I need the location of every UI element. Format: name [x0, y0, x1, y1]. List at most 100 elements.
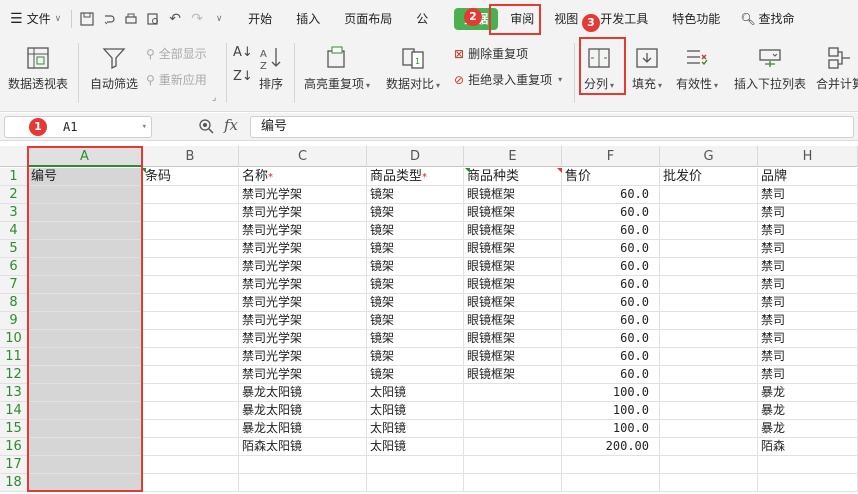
- row-header[interactable]: 7: [0, 276, 28, 294]
- table-cell-name[interactable]: 暴龙太阳镜: [239, 420, 367, 438]
- table-cell-name[interactable]: 禁司光学架: [239, 276, 367, 294]
- table-cell-id[interactable]: [28, 222, 142, 240]
- table-cell-type[interactable]: 镜架: [367, 240, 464, 258]
- table-cell-price[interactable]: 60.0: [562, 366, 660, 384]
- column-header-d[interactable]: D: [367, 146, 464, 167]
- header-cell[interactable]: 售价: [562, 168, 660, 186]
- reapply-button[interactable]: ⚲ 重新应用: [146, 71, 207, 88]
- table-cell-wholesale[interactable]: [660, 456, 758, 474]
- table-cell-kind[interactable]: [464, 420, 562, 438]
- table-cell-barcode[interactable]: [142, 258, 239, 276]
- table-cell-name[interactable]: 禁司光学架: [239, 186, 367, 204]
- table-cell-barcode[interactable]: [142, 294, 239, 312]
- table-cell-wholesale[interactable]: [660, 312, 758, 330]
- table-cell-wholesale[interactable]: [660, 420, 758, 438]
- table-cell-kind[interactable]: 眼镜框架: [464, 348, 562, 366]
- table-cell-id[interactable]: [28, 276, 142, 294]
- column-header-e[interactable]: E: [464, 146, 562, 167]
- table-cell-barcode[interactable]: [142, 330, 239, 348]
- table-cell-name[interactable]: 禁司光学架: [239, 366, 367, 384]
- table-cell-barcode[interactable]: [142, 276, 239, 294]
- table-cell-id[interactable]: [28, 294, 142, 312]
- table-cell-id[interactable]: [28, 402, 142, 420]
- table-cell-type[interactable]: 镜架: [367, 312, 464, 330]
- table-cell-kind[interactable]: [464, 456, 562, 474]
- header-cell[interactable]: 商品类型*: [367, 168, 464, 186]
- table-cell-kind[interactable]: [464, 402, 562, 420]
- table-cell-type[interactable]: 镜架: [367, 186, 464, 204]
- table-cell-brand[interactable]: 禁司: [758, 294, 858, 312]
- table-cell-wholesale[interactable]: [660, 294, 758, 312]
- table-cell-type[interactable]: 镜架: [367, 222, 464, 240]
- table-cell-price[interactable]: 60.0: [562, 258, 660, 276]
- table-cell-kind[interactable]: 眼镜框架: [464, 366, 562, 384]
- sort-descending-icon[interactable]: Z↓: [233, 69, 253, 84]
- column-header-f[interactable]: F: [562, 146, 660, 167]
- row-header[interactable]: 9: [0, 312, 28, 330]
- table-cell-id[interactable]: [28, 330, 142, 348]
- table-cell-name[interactable]: 禁司光学架: [239, 348, 367, 366]
- reject-duplicates-button[interactable]: ⊘ 拒绝录入重复项 ▾: [454, 71, 562, 88]
- table-cell-price[interactable]: 60.0: [562, 240, 660, 258]
- row-header[interactable]: 15: [0, 420, 28, 438]
- table-cell-kind[interactable]: [464, 438, 562, 456]
- table-cell-type[interactable]: 镜架: [367, 294, 464, 312]
- tab-special[interactable]: 特色功能: [660, 0, 732, 37]
- chevron-down-icon[interactable]: ▾: [142, 117, 147, 137]
- table-cell-price[interactable]: 60.0: [562, 294, 660, 312]
- table-cell-id[interactable]: [28, 312, 142, 330]
- undo-history-icon[interactable]: [98, 8, 120, 30]
- table-cell-barcode[interactable]: [142, 240, 239, 258]
- table-cell-price[interactable]: 60.0: [562, 276, 660, 294]
- table-cell-name[interactable]: 禁司光学架: [239, 312, 367, 330]
- row-header[interactable]: 2: [0, 186, 28, 204]
- table-cell-wholesale[interactable]: [660, 348, 758, 366]
- sort-ascending-icon[interactable]: A↓: [233, 45, 253, 60]
- table-cell-id[interactable]: [28, 474, 142, 492]
- column-header-b[interactable]: B: [142, 146, 239, 167]
- table-cell-type[interactable]: 太阳镜: [367, 438, 464, 456]
- row-header[interactable]: 1: [0, 168, 28, 186]
- redo-icon[interactable]: ↷: [186, 8, 208, 30]
- table-cell-kind[interactable]: [464, 384, 562, 402]
- column-header-c[interactable]: C: [239, 146, 367, 167]
- table-cell-brand[interactable]: 禁司: [758, 366, 858, 384]
- table-cell-price[interactable]: 100.0: [562, 420, 660, 438]
- table-cell-kind[interactable]: [464, 474, 562, 492]
- table-cell-brand[interactable]: 禁司: [758, 276, 858, 294]
- table-cell-price[interactable]: 60.0: [562, 222, 660, 240]
- table-cell-wholesale[interactable]: [660, 240, 758, 258]
- table-cell-id[interactable]: [28, 420, 142, 438]
- table-cell-barcode[interactable]: [142, 384, 239, 402]
- table-cell-name[interactable]: 暴龙太阳镜: [239, 384, 367, 402]
- tab-insert[interactable]: 插入: [284, 0, 332, 37]
- table-cell-barcode[interactable]: [142, 420, 239, 438]
- table-cell-wholesale[interactable]: [660, 366, 758, 384]
- chevron-down-icon[interactable]: ∨: [208, 8, 230, 30]
- table-cell-price[interactable]: 200.00: [562, 438, 660, 456]
- table-cell-name[interactable]: 暴龙太阳镜: [239, 402, 367, 420]
- highlight-duplicates-button[interactable]: 高亮重复项 ▾: [304, 45, 370, 92]
- table-cell-barcode[interactable]: [142, 222, 239, 240]
- row-header[interactable]: 17: [0, 456, 28, 474]
- save-icon[interactable]: [76, 8, 98, 30]
- table-cell-brand[interactable]: 禁司: [758, 348, 858, 366]
- table-cell-brand[interactable]: 禁司: [758, 330, 858, 348]
- header-cell[interactable]: 条码: [142, 168, 239, 186]
- table-cell-barcode[interactable]: [142, 474, 239, 492]
- table-cell-kind[interactable]: 眼镜框架: [464, 294, 562, 312]
- table-cell-kind[interactable]: 眼镜框架: [464, 276, 562, 294]
- table-cell-barcode[interactable]: [142, 312, 239, 330]
- split-column-button[interactable]: 分列 ▾: [584, 45, 614, 92]
- remove-duplicates-button[interactable]: ⊠ 删除重复项: [454, 45, 528, 62]
- table-cell-type[interactable]: 镜架: [367, 348, 464, 366]
- table-cell-name[interactable]: 禁司光学架: [239, 240, 367, 258]
- table-cell-type[interactable]: 镜架: [367, 366, 464, 384]
- header-cell[interactable]: 名称*: [239, 168, 367, 186]
- tab-review[interactable]: 审阅: [504, 0, 540, 37]
- table-cell-brand[interactable]: 陌森: [758, 438, 858, 456]
- zoom-icon[interactable]: [198, 118, 214, 137]
- table-cell-barcode[interactable]: [142, 348, 239, 366]
- table-cell-name[interactable]: 禁司光学架: [239, 222, 367, 240]
- table-cell-name[interactable]: [239, 456, 367, 474]
